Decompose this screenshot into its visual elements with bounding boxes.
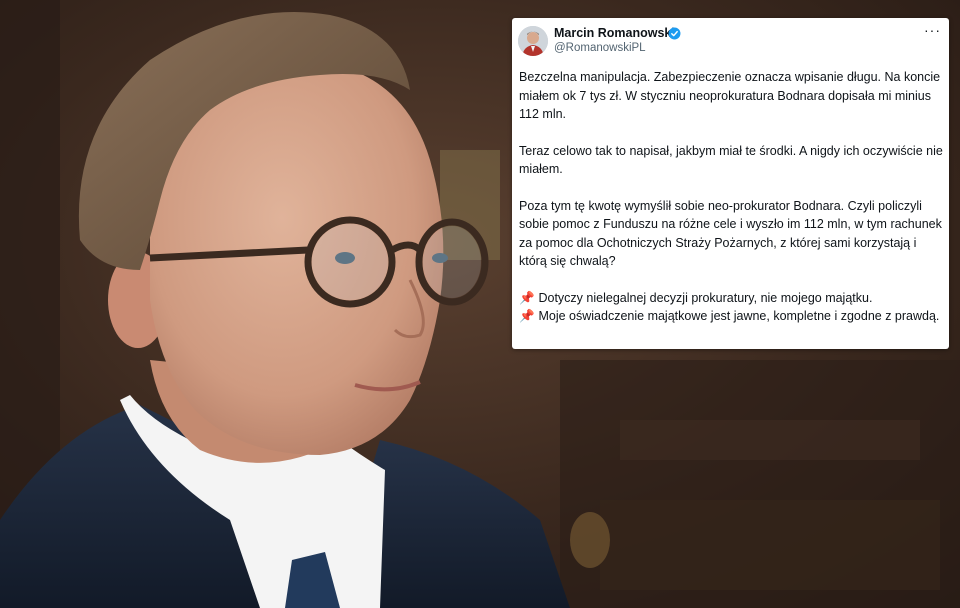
tweet-text: Bezczelna manipulacja. Zabezpieczenie oz… bbox=[519, 68, 944, 326]
author-handle[interactable]: @RomanowskiPL bbox=[554, 42, 646, 54]
avatar[interactable] bbox=[518, 26, 548, 56]
verified-badge-icon bbox=[668, 27, 681, 40]
bullet-text: Dotyczy nielegalnej decyzji prokuratury,… bbox=[538, 290, 873, 305]
tweet-card: Marcin Romanowski @RomanowskiPL ··· Bezc… bbox=[512, 18, 949, 349]
pushpin-icon: 📌 bbox=[519, 309, 535, 323]
tweet-bullet: 📌 Dotyczy nielegalnej decyzji prokuratur… bbox=[519, 289, 944, 308]
tweet-paragraph: Poza tym tę kwotę wymyślił sobie neo-pro… bbox=[519, 198, 942, 269]
more-options-icon[interactable]: ··· bbox=[924, 22, 941, 38]
tweet-paragraph: Teraz celowo tak to napisał, jakbym miał… bbox=[519, 143, 943, 177]
tweet-bullet: 📌 Moje oświadczenie majątkowe jest jawne… bbox=[519, 307, 944, 326]
bullet-text: Moje oświadczenie majątkowe jest jawne, … bbox=[538, 309, 940, 323]
tweet-paragraph: Bezczelna manipulacja. Zabezpieczenie oz… bbox=[519, 70, 941, 121]
author-name[interactable]: Marcin Romanowski bbox=[554, 26, 675, 40]
pushpin-icon: 📌 bbox=[519, 290, 535, 305]
